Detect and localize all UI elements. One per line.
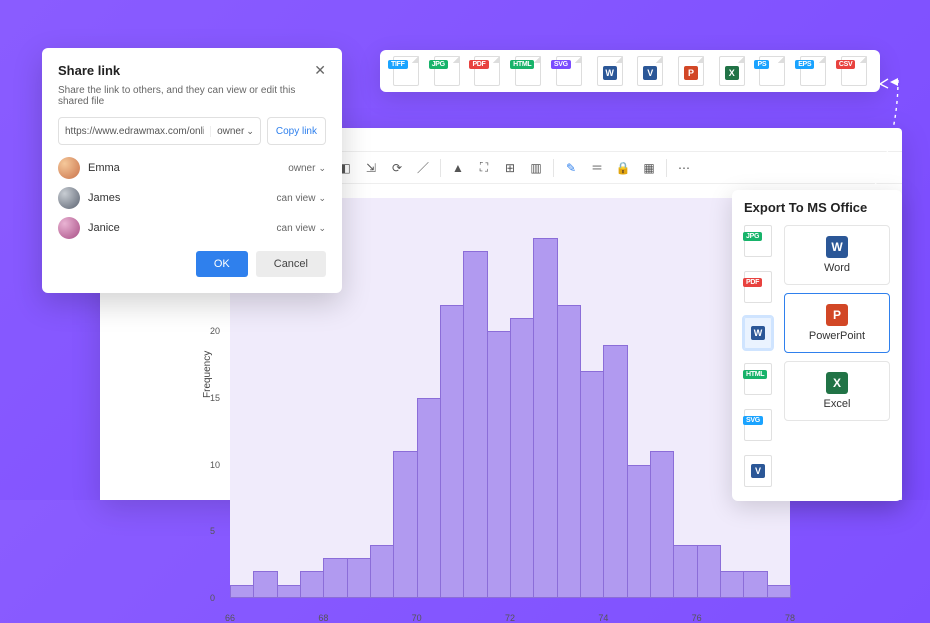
histogram-bar: [557, 305, 581, 598]
toolbar-send-icon[interactable]: ⇲: [360, 157, 382, 179]
chevron-down-icon: ⌄: [318, 193, 326, 204]
histogram-bar: [417, 398, 441, 598]
export-card-powerpoint[interactable]: P PowerPoint: [784, 293, 890, 353]
format-JPG[interactable]: JPG: [744, 225, 772, 257]
format-CSV[interactable]: CSV: [838, 55, 870, 87]
toolbar-pen-icon[interactable]: ✎: [560, 157, 582, 179]
histogram-bar: [347, 558, 371, 598]
format-PDF[interactable]: PDF: [471, 55, 503, 87]
user-name: James: [88, 192, 120, 204]
histogram-bar: [627, 465, 651, 598]
histogram-bar: [720, 571, 744, 598]
toolbar-equal-icon[interactable]: ＝: [586, 157, 608, 179]
export-card-excel[interactable]: X Excel: [784, 361, 890, 421]
user-name: Emma: [88, 162, 120, 174]
ok-button[interactable]: OK: [196, 251, 248, 277]
export-card-label: Word: [824, 262, 850, 274]
user-role-selector[interactable]: can view⌄: [277, 193, 326, 204]
export-panel-title: Export To MS Office: [744, 200, 890, 215]
chevron-down-icon: ⌄: [246, 126, 254, 137]
histogram-bar: [533, 238, 557, 598]
chevron-down-icon: ⌄: [318, 163, 326, 174]
toolbar-more-icon[interactable]: ⋯: [673, 157, 695, 179]
user-role-selector[interactable]: can view⌄: [277, 223, 326, 234]
format-EPS[interactable]: EPS: [797, 55, 829, 87]
format-SVG[interactable]: SVG: [744, 409, 772, 441]
y-axis-label: Frequency: [202, 351, 213, 398]
format-PS[interactable]: PS: [756, 55, 788, 87]
close-icon[interactable]: ✕: [314, 62, 326, 79]
histogram-bar: [393, 451, 417, 598]
format-HTML[interactable]: HTML: [512, 55, 544, 87]
format-W[interactable]: W: [594, 55, 626, 87]
avatar: [58, 187, 80, 209]
histogram-bar: [743, 571, 767, 598]
share-user-row: Janice can view⌄: [58, 217, 326, 239]
share-user-row: Emma owner⌄: [58, 157, 326, 179]
avatar: [58, 157, 80, 179]
histogram-bar: [697, 545, 721, 598]
histogram-bar: [487, 331, 511, 598]
toolbar-fill-icon[interactable]: ▲: [447, 157, 469, 179]
excel-icon: X: [826, 372, 848, 394]
toolbar-grid-icon[interactable]: ▦: [638, 157, 660, 179]
share-title: Share link: [58, 63, 120, 78]
share-subtitle: Share the link to others, and they can v…: [58, 85, 326, 107]
histogram-bar: [603, 345, 627, 598]
format-PDF[interactable]: PDF: [744, 271, 772, 303]
export-format-strip: TIFF JPGPDF HTML SVG WVPXPS EPS CSV: [380, 50, 880, 92]
format-V[interactable]: V: [744, 455, 772, 487]
toolbar-insert-icon[interactable]: ⊞: [499, 157, 521, 179]
export-card-label: Excel: [824, 398, 851, 410]
histogram-bar: [323, 558, 347, 598]
format-JPG[interactable]: JPG: [431, 55, 463, 87]
user-role-selector[interactable]: owner⌄: [288, 163, 326, 174]
histogram-bar: [580, 371, 604, 598]
histogram-bar: [767, 585, 791, 598]
copy-link-button[interactable]: Copy link: [267, 117, 326, 145]
user-name: Janice: [88, 222, 120, 234]
share-role-selector[interactable]: owner⌄: [210, 126, 260, 137]
format-X[interactable]: X: [716, 55, 748, 87]
toolbar-lock-icon[interactable]: 🔒: [612, 157, 634, 179]
toolbar-crop-icon[interactable]: ⛶: [473, 157, 495, 179]
histogram-bar: [230, 585, 254, 598]
chevron-down-icon: ⌄: [318, 223, 326, 234]
format-HTML[interactable]: HTML: [744, 363, 772, 395]
histogram-bar: [253, 571, 277, 598]
format-P[interactable]: P: [675, 55, 707, 87]
histogram-bar: [463, 251, 487, 598]
export-card-word[interactable]: W Word: [784, 225, 890, 285]
share-user-row: James can view⌄: [58, 187, 326, 209]
cancel-button[interactable]: Cancel: [256, 251, 326, 277]
histogram-bar: [300, 571, 324, 598]
toolbar-rotate-icon[interactable]: ⟳: [386, 157, 408, 179]
toolbar-image-icon[interactable]: ▥: [525, 157, 547, 179]
histogram-bar: [370, 545, 394, 598]
export-office-cards: W Word P PowerPoint X Excel: [784, 225, 890, 487]
format-SVG[interactable]: SVG: [553, 55, 585, 87]
share-dialog: Share link ✕ Share the link to others, a…: [42, 48, 342, 293]
toolbar-line-icon[interactable]: ／: [412, 157, 434, 179]
share-link-input[interactable]: [59, 126, 210, 137]
powerpoint-icon: P: [826, 304, 848, 326]
histogram-bar: [673, 545, 697, 598]
export-panel: Export To MS Office JPG PDF W HTML SVG V W Wor…: [732, 190, 902, 501]
histogram-bar: [650, 451, 674, 598]
histogram-bar: [277, 585, 301, 598]
format-TIFF[interactable]: TIFF: [390, 55, 422, 87]
histogram-bar: [510, 318, 534, 598]
share-user-list: Emma owner⌄ James can view⌄ Janice can view⌄: [58, 157, 326, 239]
histogram-bar: [440, 305, 464, 598]
format-W[interactable]: W: [744, 317, 772, 349]
export-card-label: PowerPoint: [809, 330, 865, 342]
avatar: [58, 217, 80, 239]
share-link-field: owner⌄: [58, 117, 261, 145]
word-icon: W: [826, 236, 848, 258]
export-format-list: JPG PDF W HTML SVG V: [744, 225, 772, 487]
format-V[interactable]: V: [634, 55, 666, 87]
